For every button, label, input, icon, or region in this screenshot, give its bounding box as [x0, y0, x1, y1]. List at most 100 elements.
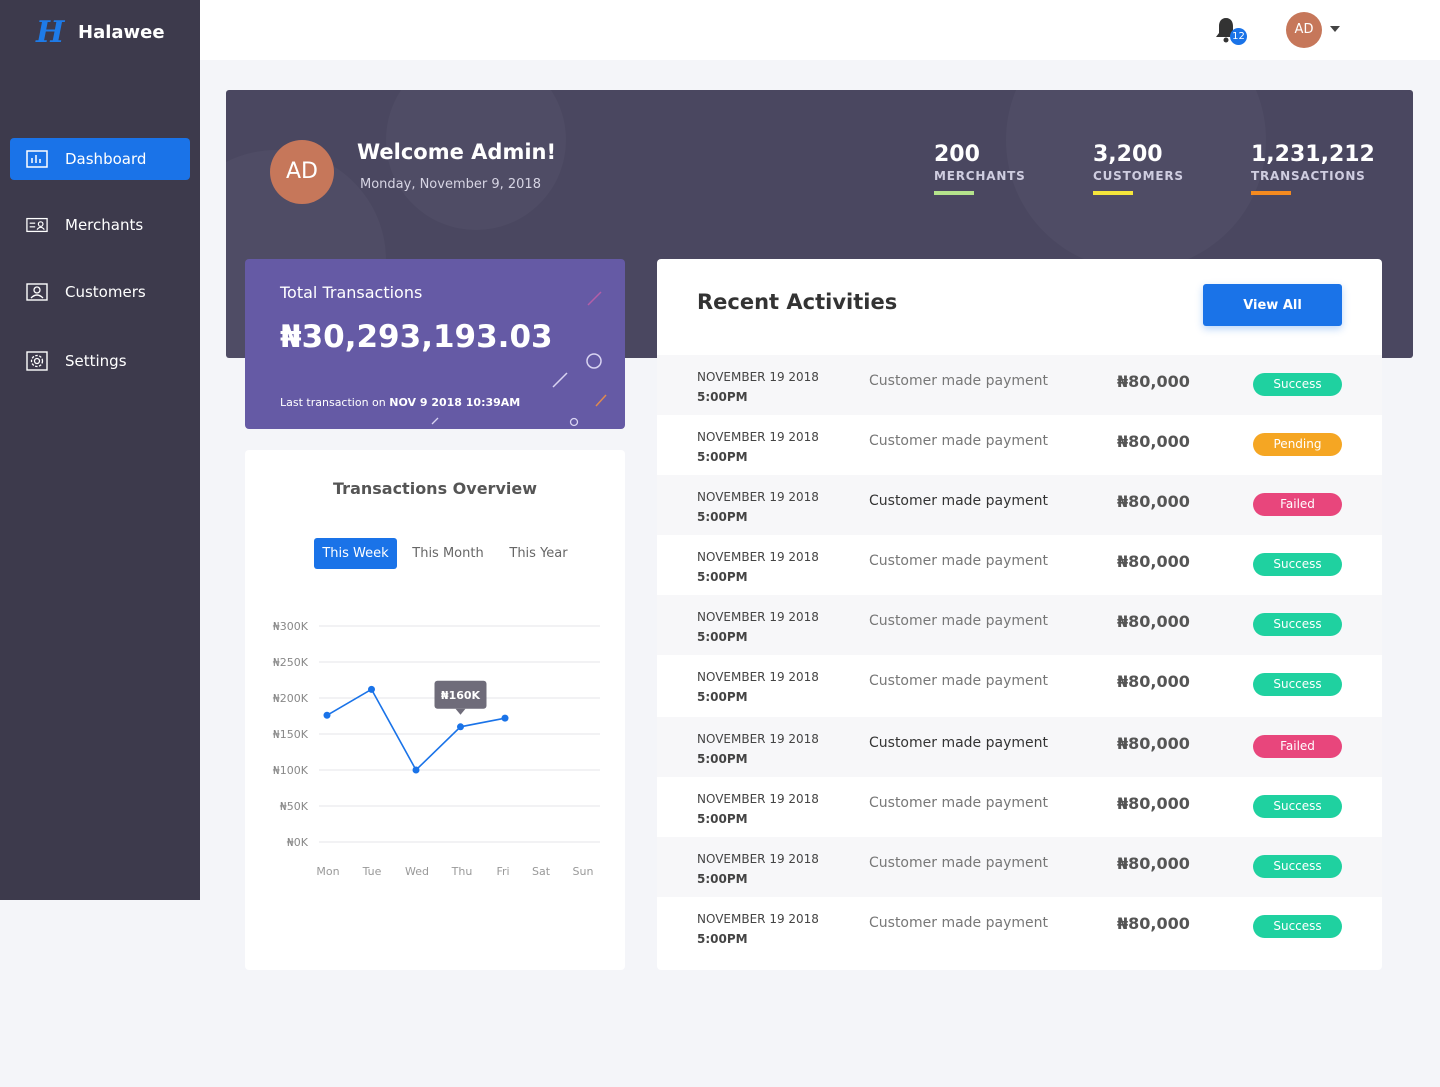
data-point: [412, 766, 420, 774]
status-badge: Success: [1253, 373, 1342, 396]
notifications-button[interactable]: 12: [1214, 16, 1247, 46]
tab-this-week[interactable]: This Week: [314, 538, 397, 569]
activity-amount: ₦80,000: [1117, 734, 1190, 753]
activity-amount: ₦80,000: [1117, 914, 1190, 933]
activity-time: 5:00PM: [697, 872, 748, 886]
stat-label: CUSTOMERS: [1093, 169, 1184, 183]
data-point: [501, 714, 509, 722]
tooltip-pointer: [455, 708, 466, 715]
activity-row[interactable]: NOVEMBER 19 2018 5:00PM Customer made paym…: [657, 655, 1382, 715]
activity-date: NOVEMBER 19 2018: [697, 610, 819, 624]
brand-logo: H: [36, 14, 65, 50]
activity-date: NOVEMBER 19 2018: [697, 852, 819, 866]
y-tick-label: ₦300K: [273, 620, 309, 633]
last-transaction-date: NOV 9 2018 10:39AM: [389, 396, 521, 409]
data-point: [457, 723, 464, 731]
activity-row[interactable]: NOVEMBER 19 2018 5:00PM Customer made paym…: [657, 595, 1382, 655]
stat-value: 3,200: [1093, 142, 1163, 167]
sidebar: H Halawee Dashboard Merchants Customers …: [0, 0, 200, 900]
welcome-title: Welcome Admin!: [357, 140, 557, 164]
activity-datetime: NOVEMBER 19 2018 5:00PM: [697, 367, 819, 407]
activity-description: Customer made payment: [869, 373, 1048, 389]
x-tick-label: Thu: [451, 865, 473, 878]
activity-datetime: NOVEMBER 19 2018 5:00PM: [697, 909, 819, 949]
stat-customers: 3,200 CUSTOMERS: [1093, 142, 1184, 195]
sidebar-item-merchants[interactable]: Merchants: [10, 204, 190, 246]
stat-label: TRANSACTIONS: [1251, 169, 1366, 183]
activity-datetime: NOVEMBER 19 2018 5:00PM: [697, 667, 819, 707]
status-badge: Pending: [1253, 433, 1342, 456]
activity-time: 5:00PM: [697, 752, 748, 766]
user-avatar[interactable]: AD: [1286, 12, 1322, 48]
view-all-button[interactable]: View All: [1203, 284, 1342, 326]
sidebar-item-customers[interactable]: Customers: [10, 271, 190, 313]
last-transaction-prefix: Last transaction on: [280, 396, 386, 409]
y-tick-label: ₦50K: [280, 800, 309, 813]
top-header: 12 AD: [200, 0, 1440, 60]
activity-datetime: NOVEMBER 19 2018 5:00PM: [697, 849, 819, 889]
activity-description: Customer made payment: [869, 613, 1048, 629]
x-tick-label: Sun: [573, 865, 594, 878]
y-tick-label: ₦150K: [273, 728, 309, 741]
stat-merchants: 200 MERCHANTS: [934, 142, 1026, 195]
bar-chart-icon: [26, 150, 48, 168]
activity-time: 5:00PM: [697, 690, 748, 704]
activity-time: 5:00PM: [697, 932, 748, 946]
activity-description: Customer made payment: [869, 795, 1048, 811]
y-tick-label: ₦0K: [287, 836, 309, 849]
activity-time: 5:00PM: [697, 570, 748, 584]
status-badge: Success: [1253, 855, 1342, 878]
status-badge: Success: [1253, 673, 1342, 696]
y-tick-label: ₦100K: [273, 764, 309, 777]
total-transactions-label: Total Transactions: [280, 283, 423, 302]
activity-amount: ₦80,000: [1117, 552, 1190, 571]
sidebar-item-label: Customers: [65, 283, 146, 301]
activity-description: Customer made payment: [869, 735, 1048, 751]
activity-row[interactable]: NOVEMBER 19 2018 5:00PM Customer made paym…: [657, 415, 1382, 475]
stat-underline: [1251, 191, 1291, 195]
activity-description: Customer made payment: [869, 553, 1048, 569]
activity-row[interactable]: NOVEMBER 19 2018 5:00PM Customer made paym…: [657, 355, 1382, 415]
sidebar-item-settings[interactable]: Settings: [10, 340, 190, 382]
activity-row[interactable]: NOVEMBER 19 2018 5:00PM Customer made paym…: [657, 475, 1382, 535]
tab-this-year[interactable]: This Year: [501, 538, 576, 569]
status-badge: Success: [1253, 915, 1342, 938]
status-badge: Success: [1253, 795, 1342, 818]
activity-description: Customer made payment: [869, 855, 1048, 871]
activity-datetime: NOVEMBER 19 2018 5:00PM: [697, 547, 819, 587]
recent-activities-title: Recent Activities: [697, 290, 898, 314]
activity-row[interactable]: NOVEMBER 19 2018 5:00PM Customer made paym…: [657, 535, 1382, 595]
activity-date: NOVEMBER 19 2018: [697, 370, 819, 384]
chevron-down-icon[interactable]: [1330, 26, 1340, 32]
activity-row[interactable]: NOVEMBER 19 2018 5:00PM Customer made paym…: [657, 897, 1382, 957]
activity-datetime: NOVEMBER 19 2018 5:00PM: [697, 487, 819, 527]
tab-this-month[interactable]: This Month: [405, 538, 491, 569]
activity-time: 5:00PM: [697, 630, 748, 644]
activity-amount: ₦80,000: [1117, 854, 1190, 873]
brand[interactable]: H Halawee: [36, 14, 165, 50]
stat-underline: [1093, 191, 1133, 195]
stat-value: 1,231,212: [1251, 142, 1375, 167]
activity-date: NOVEMBER 19 2018: [697, 732, 819, 746]
activity-row[interactable]: NOVEMBER 19 2018 5:00PM Customer made paym…: [657, 777, 1382, 837]
activity-description: Customer made payment: [869, 433, 1048, 449]
activity-description: Customer made payment: [869, 493, 1048, 509]
activity-time: 5:00PM: [697, 450, 748, 464]
activity-datetime: NOVEMBER 19 2018 5:00PM: [697, 607, 819, 647]
sidebar-item-label: Settings: [65, 352, 127, 370]
sidebar-item-dashboard[interactable]: Dashboard: [10, 138, 190, 180]
status-badge: Failed: [1253, 735, 1342, 758]
stat-underline: [934, 191, 974, 195]
activity-time: 5:00PM: [697, 510, 748, 524]
activity-description: Customer made payment: [869, 915, 1048, 931]
activity-date: NOVEMBER 19 2018: [697, 792, 819, 806]
brand-name: Halawee: [78, 21, 165, 43]
stat-value: 200: [934, 142, 980, 167]
x-tick-label: Fri: [496, 865, 509, 878]
gear-icon: [26, 351, 48, 371]
activity-row[interactable]: NOVEMBER 19 2018 5:00PM Customer made paym…: [657, 837, 1382, 897]
activity-row[interactable]: NOVEMBER 19 2018 5:00PM Customer made paym…: [657, 717, 1382, 777]
activity-time: 5:00PM: [697, 390, 748, 404]
activity-description: Customer made payment: [869, 673, 1048, 689]
welcome-date: Monday, November 9, 2018: [360, 177, 541, 192]
